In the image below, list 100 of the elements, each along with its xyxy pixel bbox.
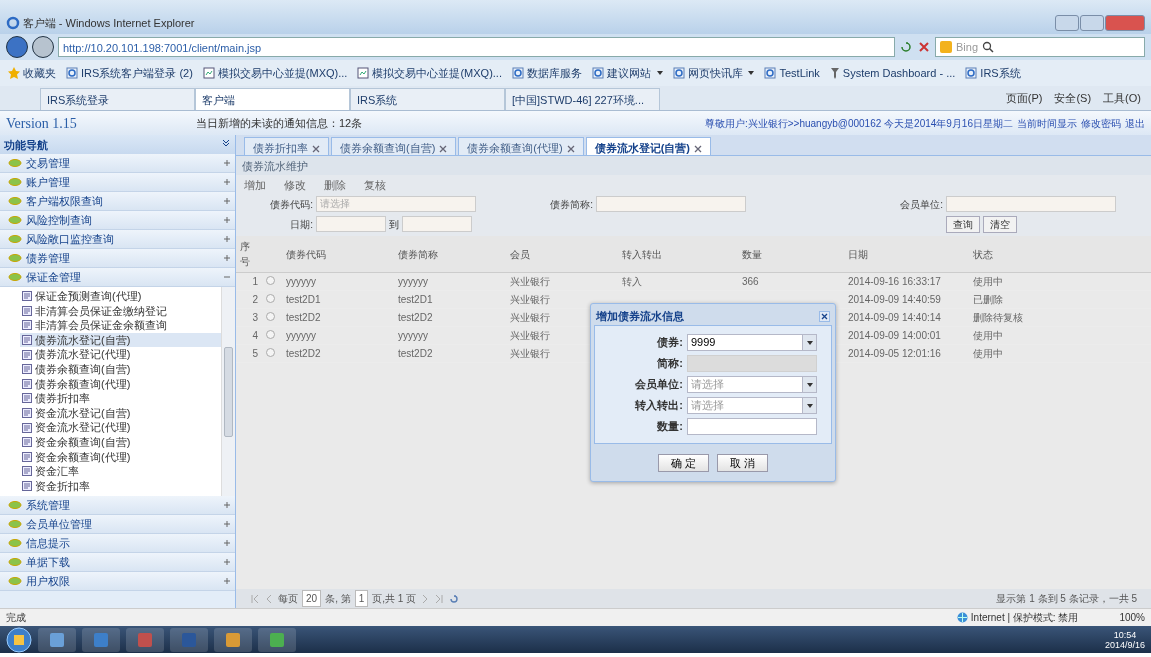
sidebar-item[interactable]: 非清算会员保证金缴纳登记 — [20, 303, 221, 319]
column-header[interactable]: 数量 — [738, 236, 844, 273]
header-link[interactable]: 修改密码 — [1081, 115, 1121, 131]
sidebar-item[interactable]: 债券折扣率 — [20, 391, 221, 406]
date-field[interactable] — [401, 216, 472, 232]
favorite-link[interactable]: IRS系统 — [965, 64, 1021, 82]
favorite-link[interactable]: IRS系统客户端登录 (2) — [66, 64, 193, 82]
taskbar-button[interactable] — [38, 627, 76, 652]
toolbar-menu[interactable]: 页面(P) — [1005, 89, 1043, 107]
sidebar-group[interactable]: 债券管理 — [0, 249, 235, 268]
browser-tab[interactable]: 客户端 — [195, 88, 350, 110]
sidebar-item[interactable]: 债券流水登记(自营) — [20, 332, 221, 348]
row-radio[interactable] — [266, 276, 275, 285]
toolbar-button[interactable]: 修改 — [284, 177, 306, 192]
date-field[interactable] — [316, 216, 386, 232]
sidebar-group[interactable]: 客户端权限查询 — [0, 192, 235, 211]
column-header[interactable]: 转入转出 — [618, 236, 738, 273]
sidebar-group[interactable]: 交易管理 — [0, 154, 235, 173]
taskbar-button[interactable] — [170, 627, 208, 652]
name-field[interactable] — [596, 196, 746, 212]
expand-icon — [223, 539, 231, 547]
page-size-field[interactable]: 20 — [302, 590, 322, 607]
row-radio[interactable] — [266, 330, 275, 339]
sidebar-item[interactable]: 资金折扣率 — [20, 478, 221, 494]
row-radio[interactable] — [266, 294, 275, 303]
favorite-link[interactable]: 数据库服务 — [511, 64, 582, 82]
scrollbar[interactable] — [221, 287, 235, 496]
browser-tab[interactable]: IRS系统登录 — [40, 88, 195, 110]
sidebar-group[interactable]: 风险控制查询 — [0, 211, 235, 230]
header-link[interactable]: 退出 — [1125, 115, 1145, 131]
forward-button[interactable] — [32, 36, 54, 58]
toolbar-menu[interactable]: 工具(O) — [1103, 89, 1141, 107]
maximize-button[interactable] — [1080, 15, 1104, 31]
toolbar-button[interactable]: 删除 — [324, 177, 346, 192]
previous-page-icon — [264, 593, 274, 604]
browser-tab[interactable]: [中国]STWD-46] 227环境... — [505, 88, 660, 110]
browser-tab[interactable]: IRS系统 — [350, 88, 505, 110]
sidebar-group[interactable]: 风险敞口监控查询 — [0, 230, 235, 249]
select-field[interactable]: 9999 — [687, 334, 817, 351]
sidebar-group[interactable]: 信息提示 — [0, 534, 235, 553]
favorite-link[interactable]: 模拟交易中心並提(MXQ)... — [357, 64, 502, 82]
sidebar-group[interactable]: 账户管理 — [0, 173, 235, 192]
column-header[interactable]: 状态 — [969, 236, 1151, 273]
page-icon — [672, 67, 685, 79]
page-field[interactable]: 1 — [354, 590, 369, 607]
taskbar-button[interactable] — [214, 627, 252, 652]
row-radio[interactable] — [266, 348, 275, 357]
input-field[interactable] — [687, 418, 817, 435]
content-tab[interactable]: 债券折扣率 — [244, 137, 329, 155]
favorite-link[interactable]: 收藏夹 — [8, 64, 56, 82]
favorite-link[interactable]: 网页快讯库 — [672, 64, 755, 82]
favorite-link[interactable]: 模拟交易中心並提(MXQ)... — [202, 64, 348, 82]
sidebar-item[interactable]: 保证金预测查询(代理) — [20, 289, 221, 304]
dialog-button[interactable]: 确 定 — [657, 454, 709, 472]
filter-button[interactable]: 清空 — [982, 215, 1017, 233]
sidebar-group[interactable]: 单据下载 — [0, 553, 235, 572]
dialog-button[interactable]: 取 消 — [717, 454, 769, 472]
column-header[interactable]: 债券代码 — [282, 236, 394, 273]
sidebar-group[interactable]: 会员单位管理 — [0, 515, 235, 534]
sidebar-item[interactable]: 资金余额查询(代理) — [20, 449, 221, 465]
sidebar-item[interactable]: 资金流水登记(自营) — [20, 405, 221, 421]
content-tab[interactable]: 债券余额查询(自营) — [331, 137, 457, 155]
table-cell: yyyyyy — [282, 326, 394, 345]
row-radio[interactable] — [266, 312, 275, 321]
back-button[interactable] — [6, 36, 28, 58]
sidebar-group[interactable]: 保证金管理 — [0, 268, 235, 287]
sidebar-item[interactable]: 资金余额查询(自营) — [20, 434, 221, 450]
sidebar-item[interactable]: 资金汇率 — [20, 464, 221, 479]
close-button[interactable] — [1105, 15, 1145, 31]
content-tab[interactable]: 债券流水登记(自营) — [585, 137, 711, 155]
sidebar-item[interactable]: 资金流水登记(代理) — [20, 420, 221, 435]
taskbar-button[interactable] — [82, 627, 120, 652]
table-cell: 2014-09-09 14:40:59 — [844, 290, 969, 309]
column-header[interactable]: 序号 — [236, 236, 262, 273]
filter-button[interactable]: 查询 — [946, 215, 980, 233]
sidebar-item[interactable]: 非清算会员保证金余额查询 — [20, 318, 221, 333]
minimize-button[interactable] — [1055, 15, 1079, 31]
member-select[interactable] — [946, 196, 1116, 212]
taskbar-button[interactable] — [258, 627, 296, 652]
toolbar-button[interactable]: 复核 — [364, 177, 386, 192]
sidebar-item[interactable]: 债券余额查询(自营) — [20, 361, 221, 377]
sidebar-item[interactable]: 债券余额查询(代理) — [20, 376, 221, 392]
sidebar-group[interactable]: 系统管理 — [0, 496, 235, 515]
taskbar-button[interactable] — [126, 627, 164, 652]
toolbar-menu[interactable]: 安全(S) — [1054, 89, 1092, 107]
favorite-link[interactable]: 建议网站 — [591, 64, 663, 82]
favorite-link[interactable]: TestLink — [764, 64, 820, 82]
address-field[interactable]: http://10.20.101.198:7001/client/main.jsp — [58, 37, 895, 57]
favorite-link[interactable]: System Dashboard - ... — [829, 64, 956, 82]
zoom-level[interactable]: 100% — [1119, 610, 1145, 625]
header-link[interactable]: 当前时间显示 — [1017, 115, 1077, 131]
table-cell: 3 — [236, 308, 262, 327]
column-header[interactable]: 会员 — [506, 236, 618, 273]
sidebar-group[interactable]: 用户权限 — [0, 572, 235, 591]
column-header[interactable]: 债券简称 — [394, 236, 506, 273]
toolbar-button[interactable]: 增加 — [244, 177, 266, 192]
content-tab[interactable]: 债券余额查询(代理) — [458, 137, 584, 155]
column-header[interactable]: 日期 — [844, 236, 969, 273]
close-icon[interactable] — [819, 310, 830, 322]
sidebar-item[interactable]: 债券流水登记(代理) — [20, 347, 221, 362]
